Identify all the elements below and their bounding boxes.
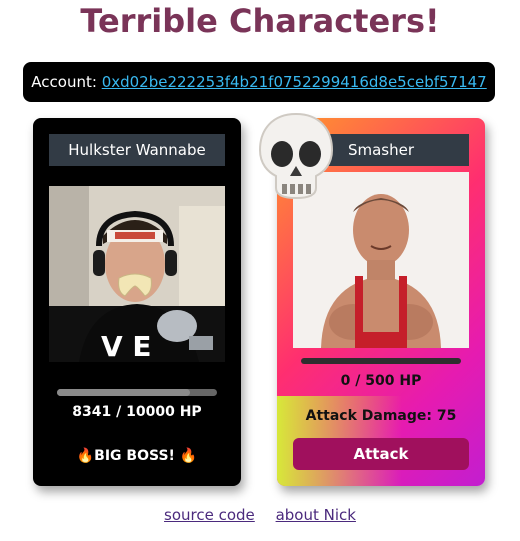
- boss-hp-fill: [57, 389, 191, 396]
- boss-badge: 🔥BIG BOSS! 🔥: [76, 448, 198, 464]
- footer-links: source code about Nick: [0, 506, 520, 524]
- boss-hp-text: 8341 / 10000 HP: [72, 404, 202, 420]
- attack-button[interactable]: Attack: [293, 438, 469, 470]
- player-hp-text: 0 / 500 HP: [340, 373, 422, 389]
- source-code-link[interactable]: source code: [164, 506, 255, 524]
- player-hp-bar: [301, 358, 461, 364]
- account-address-link[interactable]: 0xd02be222253f4b21f0752299416d8e5cebf571…: [102, 73, 487, 91]
- boss-hp-bar: [57, 389, 217, 396]
- account-label: Account:: [31, 73, 97, 91]
- page-title: Terrible Characters!: [80, 2, 440, 40]
- skull-icon: [254, 110, 338, 202]
- account-bar: Account: 0xd02be222253f4b21f0752299416d8…: [23, 62, 495, 102]
- svg-text:V E: V E: [101, 330, 152, 362]
- boss-name: Hulkster Wannabe: [49, 134, 225, 166]
- about-link[interactable]: about Nick: [276, 506, 356, 524]
- attack-damage-text: Attack Damage: 75: [305, 408, 457, 424]
- boss-avatar: V E: [49, 186, 225, 362]
- boss-card: Hulkster Wannabe V E 8341 / 10000 HP 🔥BI…: [33, 118, 241, 486]
